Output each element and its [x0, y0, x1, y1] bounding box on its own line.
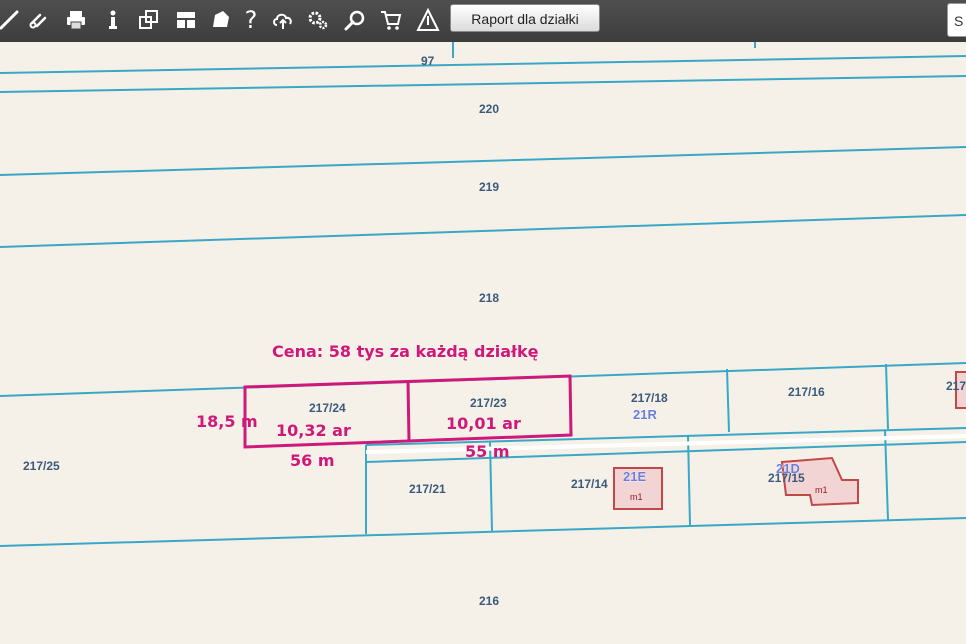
- layout-icon[interactable]: [171, 5, 201, 35]
- area-annotation-217-24: 10,32 ar: [276, 421, 351, 440]
- parcel-label-217-16: 217/16: [788, 385, 825, 399]
- parcel-label-217-21: 217/21: [409, 482, 446, 496]
- parcel-label-217-18: 217/18: [631, 391, 668, 405]
- parcel-label-217-edge: 217: [946, 379, 966, 393]
- print-icon[interactable]: [61, 5, 91, 35]
- measure-icon[interactable]: [0, 5, 24, 35]
- parcel-label-220: 220: [479, 102, 499, 116]
- length-annotation-217-23: 55 m: [465, 442, 510, 461]
- cart-icon[interactable]: [376, 5, 406, 35]
- upload-icon[interactable]: [268, 5, 298, 35]
- parcel-map[interactable]: 21E m1 21D m1 97 220 219 218 216 217/25 …: [0, 42, 966, 644]
- shape-icon[interactable]: [206, 5, 236, 35]
- report-button[interactable]: Raport dla działki: [450, 4, 600, 32]
- parcel-label-216: 216: [479, 594, 499, 608]
- settings-icon[interactable]: [303, 5, 333, 35]
- price-annotation: Cena: 58 tys za każdą działkę: [272, 342, 539, 361]
- info-icon[interactable]: [98, 5, 128, 35]
- parcel-label-217-24: 217/24: [309, 401, 346, 415]
- parcel-label-218: 218: [479, 291, 499, 305]
- parcel-label-217-25: 217/25: [23, 459, 60, 473]
- search-icon[interactable]: [340, 5, 370, 35]
- parcel-label-217-15: 217/15: [768, 471, 805, 485]
- help-icon[interactable]: ?: [236, 5, 266, 35]
- layers-icon[interactable]: [134, 5, 164, 35]
- length-annotation-217-24: 56 m: [290, 451, 335, 470]
- building-m1-label: m1: [815, 485, 828, 495]
- building-21E: 21E m1: [613, 467, 663, 510]
- building-m1-label: m1: [630, 492, 643, 502]
- toolbar: ? Raport dla działki S: [0, 0, 966, 44]
- building-label-21R: 21R: [633, 407, 657, 422]
- area-annotation-217-23: 10,01 ar: [446, 414, 521, 433]
- parcel-label-97: 97: [421, 54, 435, 68]
- building-label-21E: 21E: [623, 469, 646, 484]
- highlight-divider: [406, 380, 411, 442]
- parcel-label-219: 219: [479, 180, 499, 194]
- link-icon[interactable]: [24, 5, 54, 35]
- parcel-label-217-14: 217/14: [571, 477, 608, 491]
- search-box[interactable]: S: [947, 3, 966, 37]
- parcel-label-217-23: 217/23: [470, 396, 507, 410]
- warning-icon[interactable]: [413, 5, 443, 35]
- width-annotation: 18,5 m: [196, 412, 258, 431]
